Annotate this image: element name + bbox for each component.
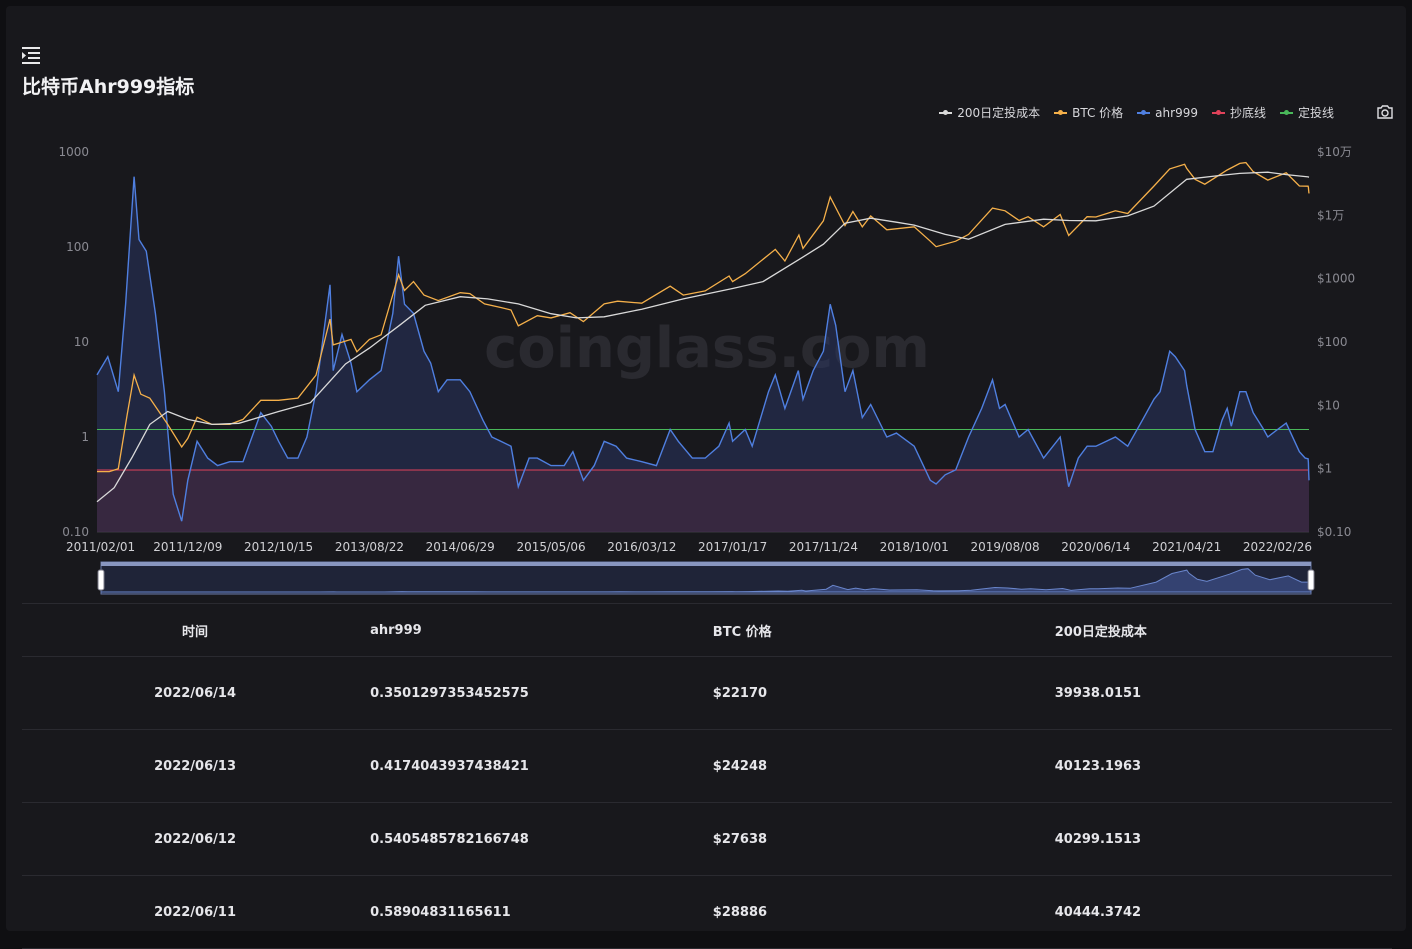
right-tick-label: $1万 (1317, 208, 1344, 222)
slider-handle-left[interactable] (97, 569, 105, 591)
x-tick-label: 2011/02/01 (66, 540, 135, 554)
cell-ahr999: 0.58904831165611 (369, 875, 712, 949)
col-header-ahr999: ahr999 (369, 603, 712, 657)
slider-top-bar (101, 562, 1311, 566)
left-tick-label: 1 (81, 430, 89, 444)
slider-handle-right[interactable] (1307, 569, 1315, 591)
x-tick-label: 2013/08/22 (335, 540, 404, 554)
left-tick-label: 10 (74, 335, 89, 349)
left-tick-label: 1000 (58, 145, 89, 159)
cell-ahr999: 0.5405485782166748 (369, 802, 712, 876)
x-tick-label: 2017/11/24 (789, 540, 858, 554)
x-tick-label: 2020/06/14 (1061, 540, 1130, 554)
x-tick-label: 2015/05/06 (516, 540, 585, 554)
table-row: 2022/06/14 0.3501297353452575 $22170 399… (22, 656, 1392, 730)
watermark: coinglass.com (484, 316, 930, 381)
cell-cost: 40444.3742 (1053, 875, 1392, 949)
x-tick-label: 2021/04/21 (1152, 540, 1221, 554)
right-tick-label: $10 (1317, 398, 1340, 412)
table-header-row: 时间 ahr999 BTC 价格 200日定投成本 (22, 603, 1392, 657)
cell-cost: 40299.1513 (1053, 802, 1392, 876)
cell-time: 2022/06/13 (22, 729, 370, 803)
x-tick-label: 2012/10/15 (244, 540, 313, 554)
col-header-time: 时间 (22, 603, 370, 657)
cell-time: 2022/06/12 (22, 802, 370, 876)
x-tick-label: 2017/01/17 (698, 540, 767, 554)
bottom-zone (97, 469, 1309, 532)
cell-price: $24248 (711, 729, 1054, 803)
cell-price: $28886 (711, 875, 1054, 949)
left-tick-label: 0.10 (62, 525, 89, 539)
cell-ahr999: 0.3501297353452575 (369, 656, 712, 730)
data-table: 时间 ahr999 BTC 价格 200日定投成本 2022/06/14 0.3… (22, 603, 1392, 949)
cell-price: $27638 (711, 802, 1054, 876)
right-tick-label: $0.10 (1317, 525, 1351, 539)
cell-cost: 39938.0151 (1053, 656, 1392, 730)
x-tick-label: 2011/12/09 (153, 540, 222, 554)
zoom-slider[interactable] (97, 561, 1315, 595)
table-row: 2022/06/11 0.58904831165611 $28886 40444… (22, 875, 1392, 949)
table-row: 2022/06/12 0.5405485782166748 $27638 402… (22, 802, 1392, 876)
left-tick-label: 100 (66, 240, 89, 254)
right-tick-label: $1 (1317, 462, 1332, 476)
cell-cost: 40123.1963 (1053, 729, 1392, 803)
cell-price: $22170 (711, 656, 1054, 730)
x-tick-label: 2018/10/01 (880, 540, 949, 554)
cell-time: 2022/06/11 (22, 875, 370, 949)
x-tick-label: 2022/02/26 (1243, 540, 1312, 554)
col-header-price: BTC 价格 (711, 603, 1054, 657)
table-row: 2022/06/13 0.4174043937438421 $24248 401… (22, 729, 1392, 803)
x-tick-label: 2014/06/29 (426, 540, 495, 554)
col-header-cost: 200日定投成本 (1053, 603, 1392, 657)
cell-ahr999: 0.4174043937438421 (369, 729, 712, 803)
ahr999-chart: coinglass.com 1000 100 10 1 0.10 $10万 $1万 $1000… (58, 145, 1355, 595)
right-tick-label: $1000 (1317, 272, 1355, 286)
right-tick-label: $100 (1317, 335, 1348, 349)
x-tick-label: 2019/08/08 (970, 540, 1039, 554)
cell-time: 2022/06/14 (22, 656, 370, 730)
x-tick-label: 2016/03/12 (607, 540, 676, 554)
right-tick-label: $10万 (1317, 145, 1352, 159)
